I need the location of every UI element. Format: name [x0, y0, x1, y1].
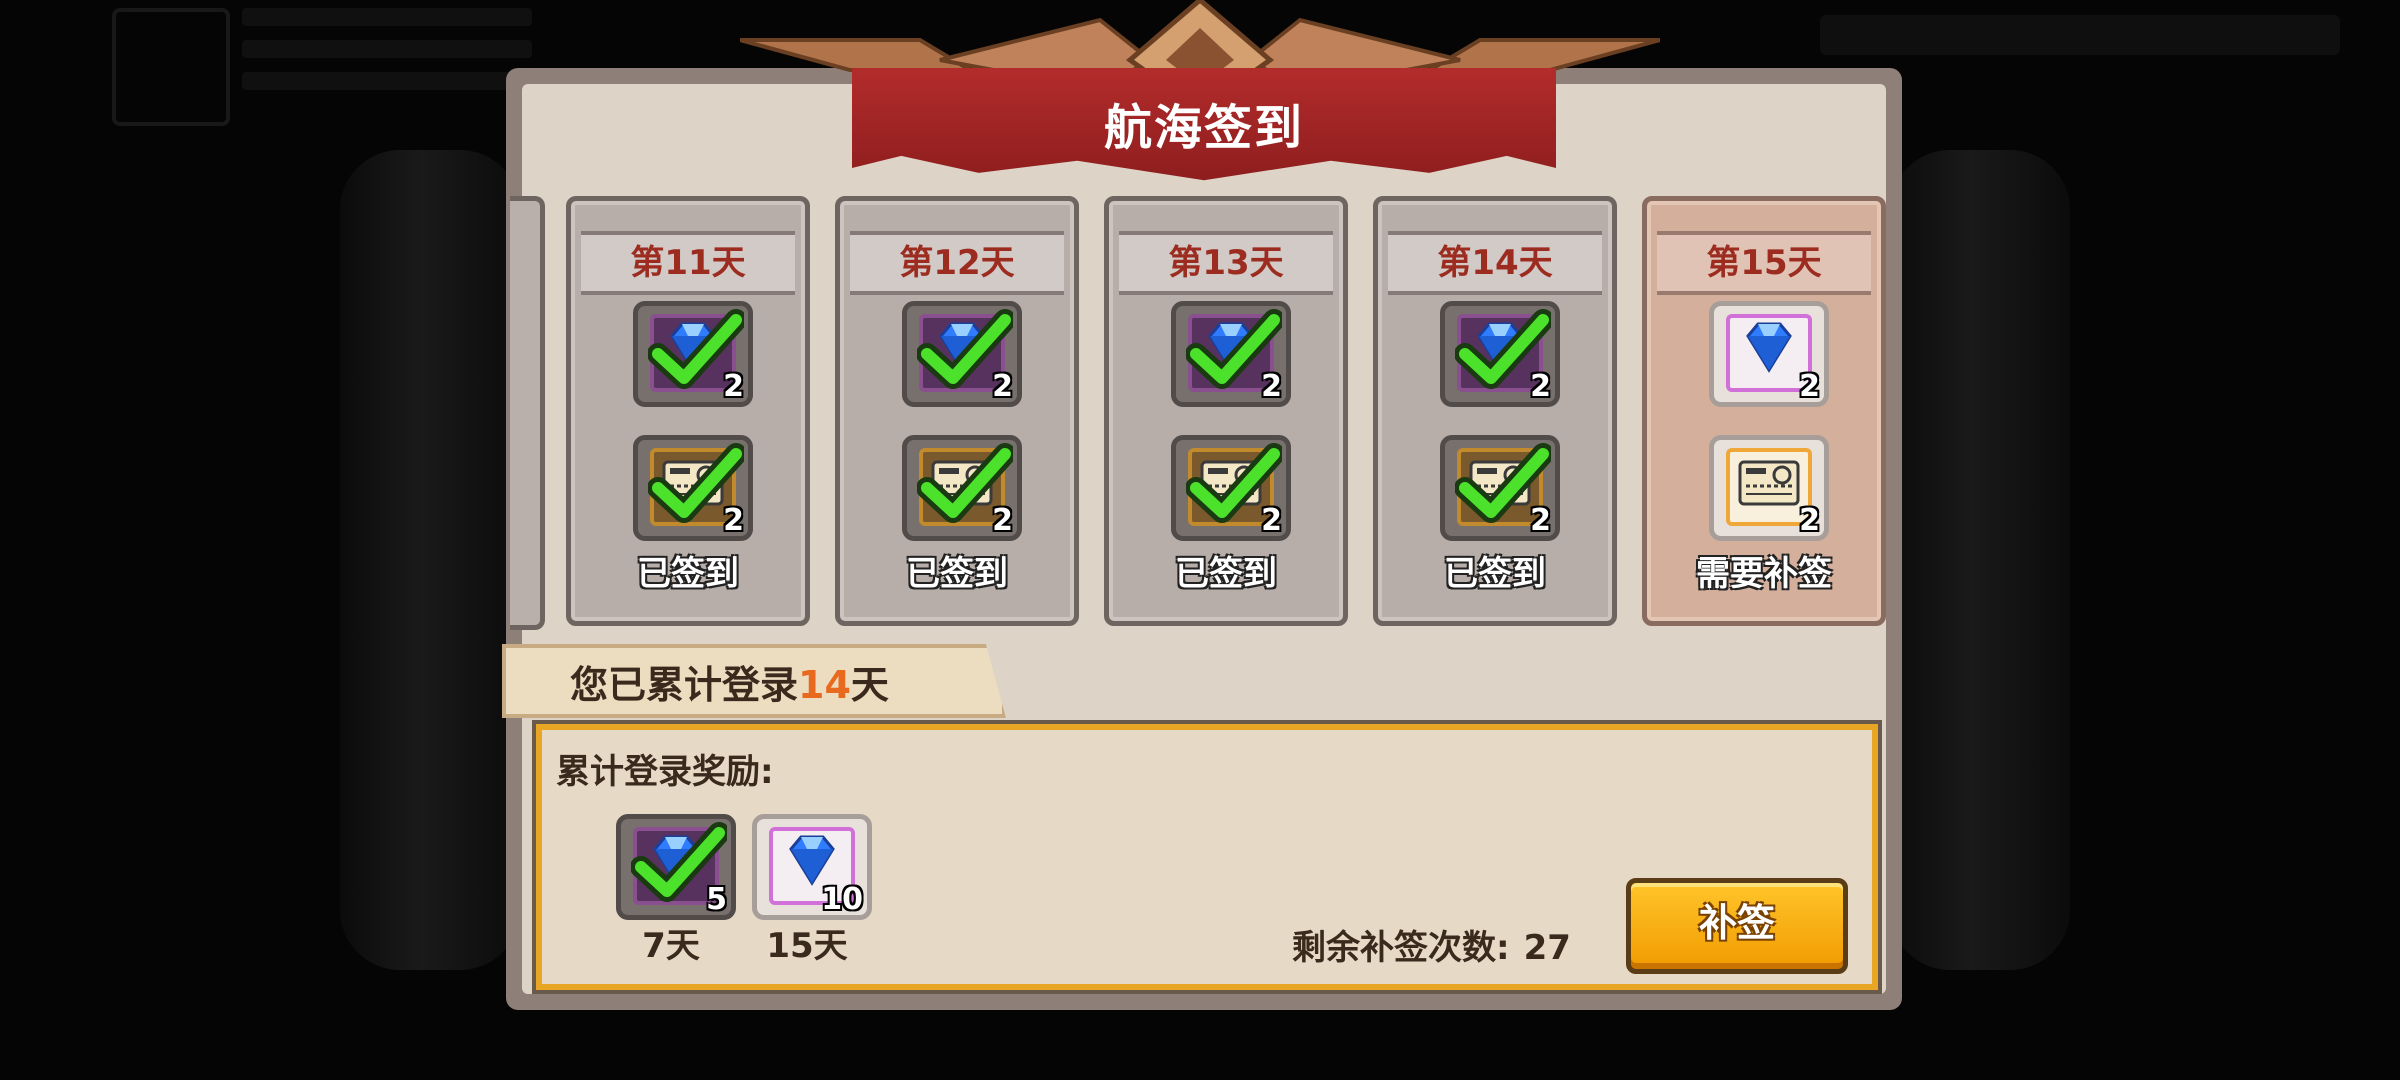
day-card[interactable]: 第15天 2 2 需要补签 — [1642, 196, 1886, 626]
background-scroll-left — [340, 150, 520, 970]
cumulative-prefix: 您已累计登录 — [570, 663, 799, 707]
previous-day-card-partial — [510, 196, 545, 630]
ticket-icon — [1738, 460, 1800, 506]
makeup-sign-in-button[interactable]: 补签 — [1626, 878, 1848, 974]
reward-day-label: 7天 — [642, 926, 700, 966]
item-quantity: 2 — [723, 369, 744, 404]
cumulative-suffix: 天 — [850, 663, 889, 707]
day-label: 第15天 — [1657, 231, 1871, 295]
background-bar — [242, 40, 532, 58]
day-card[interactable]: 第14天 2 2 已签到 — [1373, 196, 1617, 626]
item-quantity: 2 — [992, 503, 1013, 538]
item-quantity: 2 — [1530, 503, 1551, 538]
reward-slot[interactable]: 2 — [633, 435, 753, 541]
day-card[interactable]: 第11天 2 2 已签到 — [566, 196, 810, 626]
item-quantity: 5 — [706, 882, 727, 917]
item-quantity: 2 — [1261, 369, 1282, 404]
background-avatar-frame — [112, 8, 230, 126]
background-bar — [242, 72, 532, 90]
background-top-right — [1820, 15, 2340, 55]
reward-slot[interactable]: 2 — [1440, 301, 1560, 407]
day-status: 已签到 — [637, 554, 739, 594]
day-label: 第13天 — [1119, 231, 1333, 295]
reward-slot[interactable]: 2 — [1171, 301, 1291, 407]
reward-slot[interactable]: 2 — [902, 435, 1022, 541]
item-quantity: 2 — [1530, 369, 1551, 404]
reward-slot[interactable]: 10 — [752, 814, 872, 920]
item-quantity: 2 — [1799, 369, 1820, 404]
remaining-makeup-count: 剩余补签次数: 27 — [1292, 920, 1571, 969]
day-card[interactable]: 第13天 2 2 已签到 — [1104, 196, 1348, 626]
day-status: 已签到 — [906, 554, 1008, 594]
cumulative-login-text: 您已累计登录14天 — [570, 654, 889, 709]
dialog-title: 航海签到 — [1103, 100, 1304, 156]
reward-slot[interactable]: 2 — [1709, 301, 1829, 407]
background-bar — [242, 8, 532, 26]
reward-slot[interactable]: 5 — [616, 814, 736, 920]
item-quantity: 2 — [723, 503, 744, 538]
day-label: 第14天 — [1388, 231, 1602, 295]
day-label: 第11天 — [581, 231, 795, 295]
item-quantity: 10 — [821, 882, 863, 917]
reward-day-label: 15天 — [766, 926, 848, 966]
reward-slot[interactable]: 2 — [1171, 435, 1291, 541]
reward-slot[interactable]: 2 — [1709, 435, 1829, 541]
item-quantity: 2 — [1799, 503, 1820, 538]
day-status: 已签到 — [1175, 554, 1277, 594]
background-scroll-right — [1890, 150, 2070, 970]
day-label: 第12天 — [850, 231, 1064, 295]
reward-slot[interactable]: 2 — [633, 301, 753, 407]
reward-slot[interactable]: 2 — [902, 301, 1022, 407]
day-card[interactable]: 第12天 2 2 已签到 — [835, 196, 1079, 626]
cumulative-count: 14 — [798, 663, 851, 707]
item-quantity: 2 — [992, 369, 1013, 404]
day-status: 需要补签 — [1696, 554, 1832, 594]
item-quantity: 2 — [1261, 503, 1282, 538]
cumulative-reward-label: 累计登录奖励: — [556, 752, 774, 792]
remaining-makeup-number: 27 — [1523, 928, 1571, 968]
remaining-makeup-label: 剩余补签次数: — [1292, 928, 1510, 968]
gem-icon — [1746, 322, 1792, 373]
day-status: 已签到 — [1444, 554, 1546, 594]
reward-slot[interactable]: 2 — [1440, 435, 1560, 541]
